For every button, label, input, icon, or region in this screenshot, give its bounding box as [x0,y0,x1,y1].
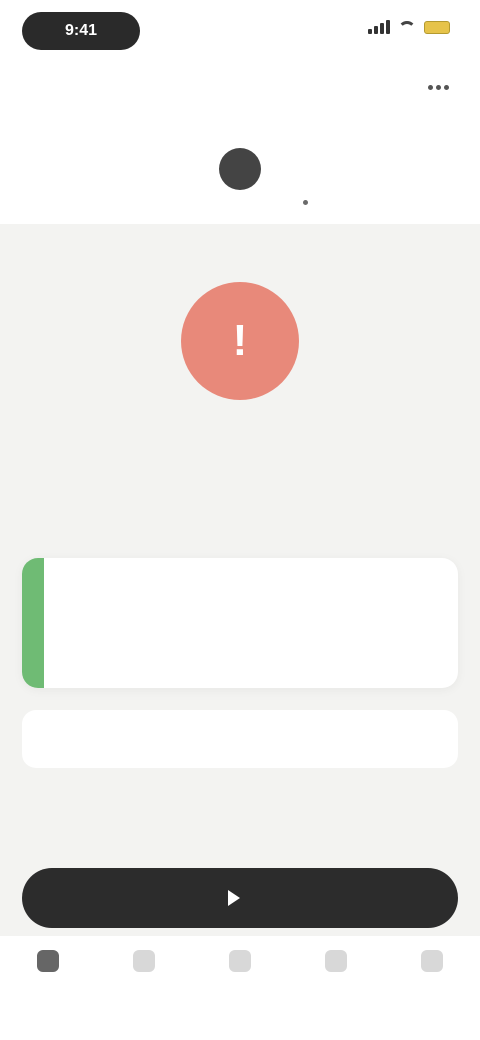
battery-icon [424,20,450,34]
play-icon [228,890,240,906]
day-5[interactable] [343,122,399,212]
tab-bar [0,936,480,1040]
dot-icon [435,84,441,90]
tab-0[interactable] [13,950,83,1040]
tab-3[interactable] [301,950,371,1040]
tab-icon [325,950,347,972]
tab-icon [229,950,251,972]
day-number [22,148,64,190]
tab-4[interactable] [397,950,467,1040]
tab-icon [421,950,443,972]
day-number [88,148,130,190]
signal-icon [368,20,390,34]
day-6[interactable] [409,122,465,212]
status-bar: 9:41 [0,0,480,64]
day-3-selected[interactable] [212,122,268,212]
day-number [350,148,392,190]
header [0,64,480,224]
day-indicator [369,200,374,205]
primary-action-button[interactable] [22,868,458,928]
day-number [285,148,327,190]
day-indicator [237,200,242,205]
dot-icon [427,84,433,90]
tab-2[interactable] [205,950,275,1040]
main-content: ! [0,240,480,860]
tab-home-icon [37,950,59,972]
day-4[interactable] [278,122,334,212]
day-indicator [303,200,309,205]
status-icons [368,20,450,34]
more-menu-button[interactable] [418,72,458,102]
day-indicator [106,200,111,205]
remove-row [22,710,458,768]
dot-icon [443,84,449,90]
tab-icon [133,950,155,972]
day-indicator [40,200,45,205]
card-accent-bar [22,558,44,688]
day-1[interactable] [81,122,137,212]
back-button[interactable] [24,72,104,102]
day-0[interactable] [15,122,71,212]
day-number [218,148,261,190]
day-indicator [435,200,440,205]
week-strip [0,122,480,212]
day-number [416,148,458,190]
wifi-icon [398,21,416,33]
day-indicator [172,200,177,205]
status-time: 9:41 [22,12,140,50]
item-card[interactable] [22,558,458,688]
alert-icon: ! [181,282,299,400]
day-2[interactable] [146,122,202,212]
tab-1[interactable] [109,950,179,1040]
page-title [140,72,340,102]
day-number [153,148,195,190]
